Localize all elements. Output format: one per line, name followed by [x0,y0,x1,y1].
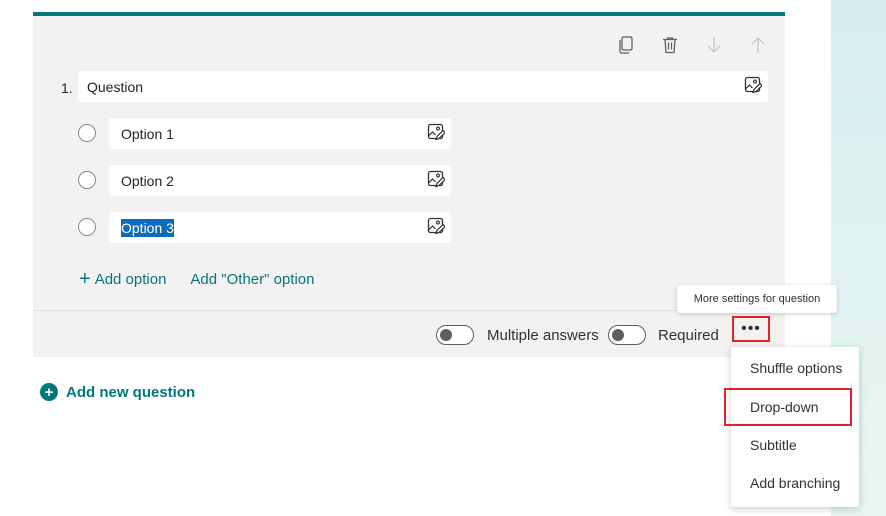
add-option-button[interactable]: Add option [95,271,167,288]
more-settings-button[interactable]: ••• [732,316,770,342]
question-title-text: Question [87,78,144,95]
add-circle-icon: + [40,383,58,401]
option-radio[interactable] [78,218,96,236]
insert-media-icon[interactable] [427,217,446,238]
question-title-input[interactable]: Question [78,71,768,102]
option-input[interactable]: Option 1 [109,118,451,149]
move-down-icon[interactable] [703,34,725,56]
question-number: 1. [61,80,73,96]
question-card[interactable]: 1. Question Option 1 Option 2 Option 3 +… [33,12,785,357]
more-settings-menu: Shuffle options Drop-down Subtitle Add b… [724,347,859,507]
insert-media-icon[interactable] [427,170,446,191]
menu-item-drop-down[interactable]: Drop-down [724,388,852,426]
option-text: Option 1 [121,125,174,142]
insert-media-icon[interactable] [744,76,763,97]
move-up-icon[interactable] [747,34,769,56]
option-input[interactable]: Option 3 [109,212,451,243]
add-new-question-button[interactable]: + Add new question [40,383,195,401]
plus-icon: + [79,268,91,290]
add-other-option-button[interactable]: Add "Other" option [190,271,314,288]
option-text-selected: Option 3 [121,218,174,237]
add-new-question-label: Add new question [66,383,196,401]
menu-item-subtitle[interactable]: Subtitle [731,426,859,464]
add-option-row: + Add option Add "Other" option [79,269,314,289]
more-settings-tooltip: More settings for question [677,285,837,313]
menu-item-add-branching[interactable]: Add branching [731,464,859,502]
option-row-3: Option 3 [78,212,458,244]
question-footer: Multiple answers Required ••• [33,310,785,361]
multiple-answers-toggle[interactable] [436,325,474,345]
question-toolbar [615,34,769,56]
option-radio[interactable] [78,171,96,189]
option-row-1: Option 1 [78,118,458,150]
option-radio[interactable] [78,124,96,142]
copy-icon[interactable] [615,34,637,56]
delete-icon[interactable] [659,34,681,56]
option-input[interactable]: Option 2 [109,165,451,196]
insert-media-icon[interactable] [427,123,446,144]
menu-item-shuffle-options[interactable]: Shuffle options [731,349,859,387]
option-text: Option 2 [121,172,174,189]
multiple-answers-label: Multiple answers [487,327,599,344]
required-label: Required [658,327,719,344]
required-toggle[interactable] [608,325,646,345]
option-row-2: Option 2 [78,165,458,197]
